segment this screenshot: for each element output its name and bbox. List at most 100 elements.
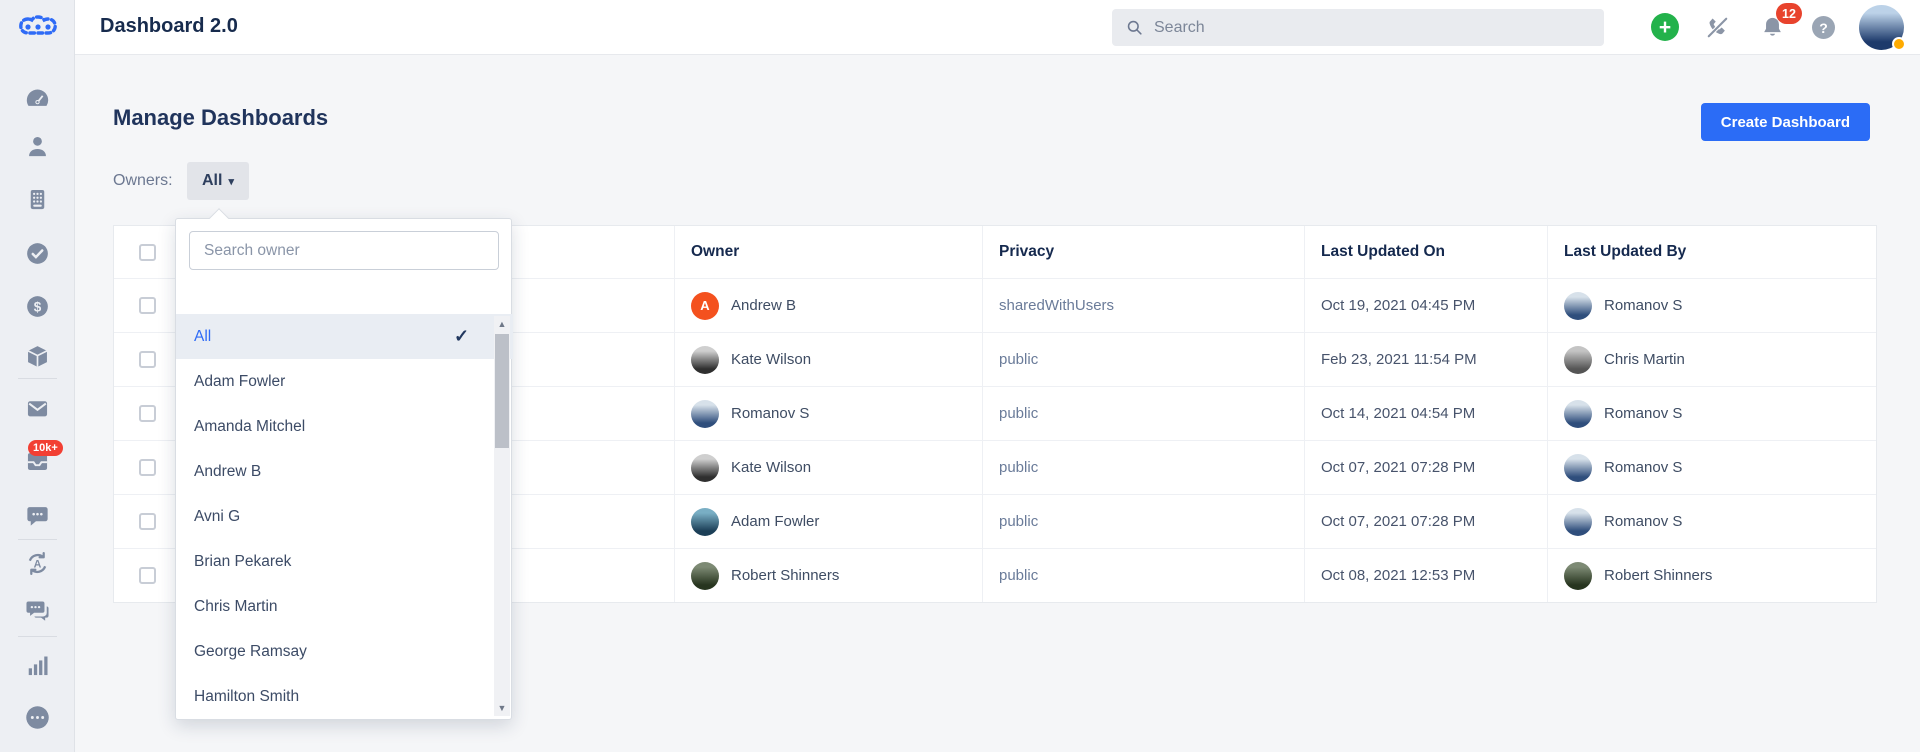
owner-option-label: All [194, 327, 212, 345]
top-bar: Dashboard 2.0 + 12 ? [75, 0, 1920, 55]
privacy-column-header: Privacy [982, 226, 1304, 278]
updated-on-cell: Feb 23, 2021 11:54 PM [1304, 333, 1547, 386]
scroll-up-icon[interactable]: ▲ [494, 316, 510, 332]
owner-search-input[interactable] [189, 231, 499, 270]
updated-on-cell: Oct 14, 2021 04:54 PM [1304, 387, 1547, 440]
updated-by-cell: Romanov S [1547, 495, 1876, 548]
page-title: Manage Dashboards [113, 105, 329, 130]
updated-by-name: Romanov S [1604, 405, 1683, 422]
sidebar-item-calculator[interactable] [24, 186, 51, 213]
sidebar-item-contacts[interactable] [24, 133, 51, 160]
user-avatar[interactable] [1859, 5, 1906, 51]
updated-by-name: Robert Shinners [1604, 567, 1713, 584]
avatar [691, 453, 719, 482]
owners-filter-dropdown-button[interactable]: All ▾ [187, 162, 249, 200]
check-icon: ✓ [454, 326, 470, 346]
main-content: Manage Dashboards Create Dashboard Owner… [75, 55, 1920, 752]
sidebar-item-mail[interactable] [24, 395, 51, 422]
owner-options-list: All ✓ Adam Fowler Amanda Mitchel Andrew B… [176, 314, 513, 719]
owner-option[interactable]: Hamilton Smith [176, 674, 513, 719]
sidebar-item-conversations[interactable] [24, 597, 51, 624]
updated-by-name: Romanov S [1604, 459, 1683, 476]
owner-option-label: Chris Martin [194, 597, 278, 615]
row-checkbox[interactable] [138, 405, 156, 422]
svg-text:$: $ [34, 299, 42, 314]
row-checkbox[interactable] [138, 513, 156, 530]
sidebar-item-more[interactable] [24, 704, 51, 731]
privacy-cell: public [982, 495, 1304, 548]
owner-cell: Robert Shinners [674, 549, 982, 602]
owner-cell: Romanov S [674, 387, 982, 440]
status-dot [1892, 37, 1906, 51]
sidebar: $ 10k+ A [0, 0, 75, 752]
sidebar-item-reports[interactable] [24, 652, 51, 679]
dropdown-scrollbar[interactable]: ▲ ▼ [494, 316, 510, 716]
owner-name: Adam Fowler [731, 513, 820, 530]
row-checkbox[interactable] [138, 297, 156, 314]
owner-option[interactable]: Andrew B [176, 449, 513, 494]
row-checkbox[interactable] [138, 351, 156, 368]
updated-by-cell: Chris Martin [1547, 333, 1876, 386]
owner-name: Robert Shinners [731, 567, 840, 584]
sidebar-item-tasks[interactable] [24, 240, 51, 267]
sidebar-item-dashboard[interactable] [24, 85, 51, 112]
owner-option[interactable]: Brian Pekarek [176, 539, 513, 584]
avatar [1564, 291, 1592, 320]
owners-filter-value: All [202, 172, 223, 189]
owners-filter-label: Owners: [113, 172, 173, 189]
search-icon [1127, 20, 1142, 35]
owner-option[interactable]: George Ramsay [176, 629, 513, 674]
owner-option[interactable]: Chris Martin [176, 584, 513, 629]
select-all-cell [114, 226, 180, 278]
sidebar-divider [18, 378, 57, 379]
updated-by-cell: Romanov S [1547, 441, 1876, 494]
row-checkbox[interactable] [138, 459, 156, 476]
app-logo-icon [17, 13, 59, 39]
row-checkbox[interactable] [138, 567, 156, 584]
app-title: Dashboard 2.0 [100, 15, 238, 37]
avatar [691, 345, 719, 374]
updated-by-cell: Romanov S [1547, 387, 1876, 440]
svg-text:A: A [34, 559, 42, 571]
owner-option[interactable]: Adam Fowler [176, 359, 513, 404]
scrollbar-thumb[interactable] [495, 334, 509, 448]
caret-down-icon: ▾ [228, 176, 234, 188]
privacy-cell: public [982, 387, 1304, 440]
avatar: A [691, 291, 719, 320]
search-input[interactable] [1154, 18, 1554, 37]
sidebar-divider [18, 636, 57, 637]
updated-by-cell: Romanov S [1547, 279, 1876, 332]
sidebar-divider [18, 539, 57, 540]
privacy-cell: sharedWithUsers [982, 279, 1304, 332]
owner-option[interactable]: Avni G [176, 494, 513, 539]
owner-name: Kate Wilson [731, 459, 812, 476]
privacy-cell: public [982, 549, 1304, 602]
sidebar-item-billing[interactable]: $ [24, 293, 51, 320]
owner-cell: Kate Wilson [674, 333, 982, 386]
owner-option[interactable]: Amanda Mitchel [176, 404, 513, 449]
sidebar-item-chat[interactable] [24, 502, 51, 529]
owner-option-label: Andrew B [194, 462, 262, 480]
updated-on-cell: Oct 07, 2021 07:28 PM [1304, 441, 1547, 494]
sidebar-item-automation[interactable]: A [24, 550, 51, 577]
avatar [1564, 561, 1592, 590]
owner-option-label: Brian Pekarek [194, 552, 292, 570]
inbox-count-badge: 10k+ [28, 440, 63, 456]
owners-dropdown-panel: All ✓ Adam Fowler Amanda Mitchel Andrew B… [175, 208, 513, 720]
updated-on-cell: Oct 07, 2021 07:28 PM [1304, 495, 1547, 548]
select-all-checkbox[interactable] [138, 243, 156, 261]
phone-muted-icon[interactable] [1705, 15, 1730, 40]
help-icon[interactable]: ? [1812, 16, 1835, 39]
scroll-down-icon[interactable]: ▼ [494, 700, 510, 716]
global-search[interactable] [1112, 9, 1604, 46]
avatar [691, 507, 719, 536]
sidebar-item-products[interactable] [24, 343, 51, 370]
owner-cell: A Andrew B [674, 279, 982, 332]
owner-option[interactable]: All ✓ [176, 314, 513, 359]
privacy-cell: public [982, 333, 1304, 386]
create-dashboard-button[interactable]: Create Dashboard [1700, 103, 1870, 141]
avatar [1564, 399, 1592, 428]
owner-cell: Kate Wilson [674, 441, 982, 494]
add-button[interactable]: + [1651, 13, 1679, 41]
updated-by-cell: Robert Shinners [1547, 549, 1876, 602]
